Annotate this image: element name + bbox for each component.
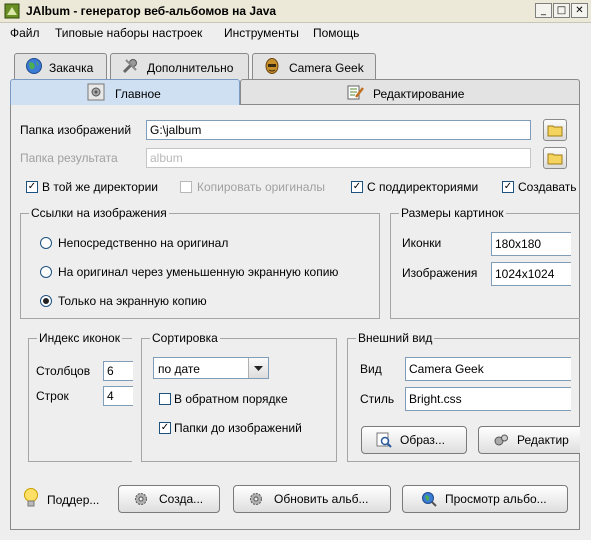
image-sizes-title: Размеры картинок: [399, 206, 506, 220]
link-via-copy-label: На оригинал через уменьшенную экранную к…: [58, 265, 339, 279]
reverse-order-checkbox[interactable]: [159, 393, 171, 405]
tab-main[interactable]: Главное: [10, 79, 240, 105]
skin-label: Вид: [360, 362, 382, 376]
gear-icon: [250, 493, 262, 505]
tab-advanced-label: Дополнительно: [147, 61, 234, 75]
sample-button-label: Образ...: [400, 433, 445, 447]
update-album-button-label: Обновить альб...: [274, 492, 369, 506]
output-folder-input[interactable]: album: [146, 148, 531, 168]
tools-icon: [122, 59, 137, 74]
make-album-button[interactable]: Созда...: [118, 485, 220, 513]
images-folder-label: Папка изображений: [20, 123, 132, 137]
link-screen-copy-label: Только на экранную копию: [58, 294, 207, 308]
preview-album-button[interactable]: Просмотр альбо...: [402, 485, 568, 513]
tab-upload[interactable]: Закачка: [14, 53, 107, 79]
tab-camera-geek[interactable]: Camera Geek: [252, 53, 376, 79]
link-original-radio[interactable]: [40, 237, 52, 249]
folders-first-label: Папки до изображений: [174, 421, 302, 435]
output-folder-label: Папка результата: [20, 151, 118, 165]
columns-input[interactable]: 6: [103, 361, 133, 381]
sort-order-select[interactable]: по дате: [153, 357, 269, 379]
style-select[interactable]: Bright.css: [405, 387, 571, 411]
create-checkbox[interactable]: ✓: [502, 181, 514, 193]
settings-icon: [87, 83, 105, 101]
icon-size-input[interactable]: 180x180: [491, 232, 571, 256]
image-links-title: Ссылки на изображения: [29, 206, 169, 220]
menu-bar: Файл Типовые наборы настроек Инструменты…: [0, 23, 591, 43]
subdirs-label: С поддиректориями: [367, 180, 479, 194]
link-original-label: Непосредственно на оригинал: [58, 236, 229, 250]
minimize-button[interactable]: _: [535, 3, 552, 18]
tab-upload-label: Закачка: [49, 61, 94, 75]
link-screen-copy-radio[interactable]: [40, 295, 52, 307]
subdirs-checkbox[interactable]: ✓: [351, 181, 363, 193]
menu-file[interactable]: Файл: [10, 26, 40, 40]
output-folder-browse-button[interactable]: [543, 147, 567, 169]
folder-icon: [547, 153, 563, 165]
appearance-title: Внешний вид: [356, 331, 435, 345]
menu-presets[interactable]: Типовые наборы настроек: [55, 26, 202, 40]
edit-skin-button[interactable]: Редактир: [478, 426, 580, 454]
magnifier-icon: [376, 432, 392, 448]
copy-originals-checkbox[interactable]: [180, 181, 192, 193]
edit-skin-button-label: Редактир: [517, 433, 569, 447]
support-link[interactable]: Поддер...: [47, 493, 99, 507]
globe-icon: [26, 58, 42, 74]
jalbum-logo-icon: [4, 3, 20, 19]
images-folder-browse-button[interactable]: [543, 119, 567, 141]
rows-input[interactable]: 4: [103, 386, 133, 406]
sort-order-value: по дате: [158, 362, 200, 376]
close-button[interactable]: ✕: [571, 3, 588, 18]
reverse-order-label: В обратном порядке: [174, 392, 288, 406]
image-size-label: Изображения: [402, 266, 478, 280]
menu-tools[interactable]: Инструменты: [224, 26, 299, 40]
same-dir-label: В той же директории: [42, 180, 158, 194]
same-dir-checkbox[interactable]: ✓: [26, 181, 38, 193]
icon-size-label: Иконки: [402, 236, 442, 250]
tab-main-label: Главное: [115, 87, 161, 101]
lightbulb-icon[interactable]: [22, 487, 40, 509]
images-folder-input[interactable]: G:\jalbum: [146, 120, 531, 140]
globe-magnifier-icon: [422, 492, 437, 507]
folder-icon: [547, 125, 563, 137]
rows-label: Строк: [36, 389, 69, 403]
edit-icon: [347, 85, 364, 100]
image-size-input[interactable]: 1024x1024: [491, 262, 571, 286]
title-bar: JAlbum - генератор веб-альбомов на Java …: [0, 0, 591, 23]
folders-first-checkbox[interactable]: ✓: [159, 422, 171, 434]
tab-advanced[interactable]: Дополнительно: [110, 53, 249, 79]
thumbnail-index-title: Индекс иконок: [37, 331, 122, 345]
preview-album-button-label: Просмотр альбо...: [445, 492, 547, 506]
window-title: JAlbum - генератор веб-альбомов на Java: [26, 4, 277, 18]
app-window: JAlbum - генератор веб-альбомов на Java …: [0, 0, 591, 540]
sample-button[interactable]: Образ...: [361, 426, 467, 454]
sorting-title: Сортировка: [150, 331, 220, 345]
gears-icon: [494, 434, 508, 446]
tab-edit[interactable]: Редактирование: [240, 79, 580, 104]
create-label: Создавать: [518, 180, 577, 194]
menu-help[interactable]: Помощь: [313, 26, 359, 40]
columns-label: Столбцов: [36, 364, 91, 378]
tab-edit-label: Редактирование: [373, 87, 465, 101]
tab-camera-geek-label: Camera Geek: [289, 61, 364, 75]
make-album-button-label: Созда...: [159, 492, 204, 506]
style-label: Стиль: [360, 392, 395, 406]
copy-originals-label: Копировать оригиналы: [197, 180, 326, 194]
maximize-button[interactable]: □: [553, 3, 570, 18]
link-via-copy-radio[interactable]: [40, 266, 52, 278]
chevron-down-icon[interactable]: [248, 358, 268, 378]
camera-geek-icon: [265, 58, 279, 74]
update-album-button[interactable]: Обновить альб...: [233, 485, 391, 513]
skin-select[interactable]: Camera Geek: [405, 357, 571, 381]
gear-icon: [135, 493, 147, 505]
